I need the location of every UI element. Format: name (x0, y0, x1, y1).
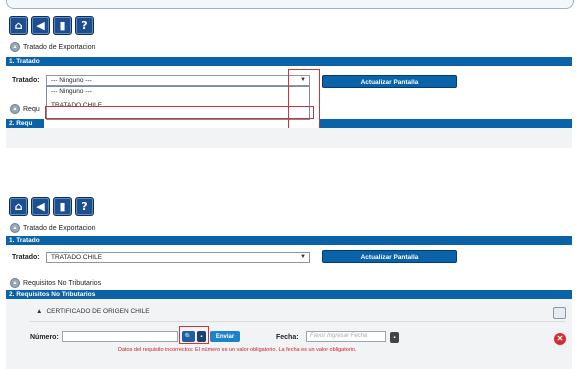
error-message: Datos del requisito incorrectos: El núme… (118, 347, 357, 353)
collapse-icon[interactable]: ▲ (10, 278, 20, 288)
home-icon[interactable]: ⌂ (9, 197, 28, 216)
section-bar-requisitos: 2. Requisitos No Tributarios (6, 290, 572, 299)
requisitos-label: Requ (23, 105, 40, 113)
section-bar-tratado: 1. Tratado (6, 236, 572, 245)
requisitos-toggle[interactable]: ▲ Requ (10, 104, 40, 114)
section-toggle[interactable]: ▲ Tratado de Exportacion (10, 42, 96, 52)
select-value: TRATADO CHILE (51, 254, 103, 261)
requisitos-toggle[interactable]: ▲ Requisitos No Tributarios (10, 278, 101, 288)
section-toggle[interactable]: ▲ Tratado de Exportacion (10, 223, 96, 233)
enviar-button[interactable]: Enviar (210, 331, 240, 342)
home-icon[interactable]: ⌂ (9, 16, 28, 35)
highlight-search (179, 326, 209, 344)
actualizar-pantalla-button[interactable]: Actualizar Pantalla (322, 250, 457, 263)
highlight-arrow (288, 69, 320, 132)
help-icon[interactable]: ? (75, 16, 94, 35)
fecha-label: Fecha: (276, 334, 299, 341)
toolbar: ⌂ ◀ ▮ ? (9, 197, 94, 216)
fecha-input[interactable]: Favor Ingresar Fecha (306, 331, 386, 342)
calendar-icon[interactable]: ▪ (390, 332, 399, 343)
fecha-placeholder: Favor Ingresar Fecha (310, 333, 368, 339)
select-value: --- Ninguno --- (51, 77, 92, 84)
section-bar-requisitos: 2. Requ (6, 119, 44, 128)
section-bar-requisitos-right (320, 119, 572, 128)
window-frame-top (6, 0, 574, 9)
section-body (6, 128, 572, 148)
print-icon[interactable]: ▮ (53, 197, 72, 216)
back-icon[interactable]: ◀ (31, 16, 50, 35)
divider (30, 321, 566, 322)
section-title: Tratado de Exportacion (23, 43, 96, 51)
numero-label: Número: (30, 334, 59, 341)
section-bar-tratado: 1. Tratado (6, 57, 572, 66)
requisitos-label: Requisitos No Tributarios (23, 279, 102, 287)
toolbar: ⌂ ◀ ▮ ? (9, 16, 94, 35)
section-title: Tratado de Exportacion (23, 224, 96, 232)
copy-icon[interactable] (553, 307, 566, 319)
dropdown-option-ninguno[interactable]: --- Ninguno --- (47, 87, 309, 97)
certificado-title: CERTIFICADO DE ORIGEN CHILE (46, 308, 150, 315)
collapse-icon[interactable]: ▲ (10, 223, 20, 233)
delete-icon[interactable]: ✕ (554, 333, 566, 345)
tratado-select[interactable]: --- Ninguno --- ▼ (46, 75, 310, 86)
highlight-option (45, 106, 314, 119)
chevron-down-icon[interactable]: ▼ (300, 253, 306, 262)
numero-input[interactable] (62, 331, 178, 342)
actualizar-pantalla-button[interactable]: Actualizar Pantalla (322, 75, 457, 88)
certificado-header[interactable]: ▲ CERTIFICADO DE ORIGEN CHILE (36, 308, 150, 315)
collapse-icon[interactable]: ▲ (10, 104, 20, 114)
tratado-select[interactable]: TRATADO CHILE ▼ (46, 252, 310, 263)
back-icon[interactable]: ◀ (31, 197, 50, 216)
tratado-label: Tratado: (12, 254, 40, 261)
print-icon[interactable]: ▮ (53, 16, 72, 35)
tratado-label: Tratado: (12, 77, 40, 84)
collapse-icon[interactable]: ▲ (10, 42, 20, 52)
collapse-arrow-icon[interactable]: ▲ (36, 308, 42, 315)
help-icon[interactable]: ? (75, 197, 94, 216)
